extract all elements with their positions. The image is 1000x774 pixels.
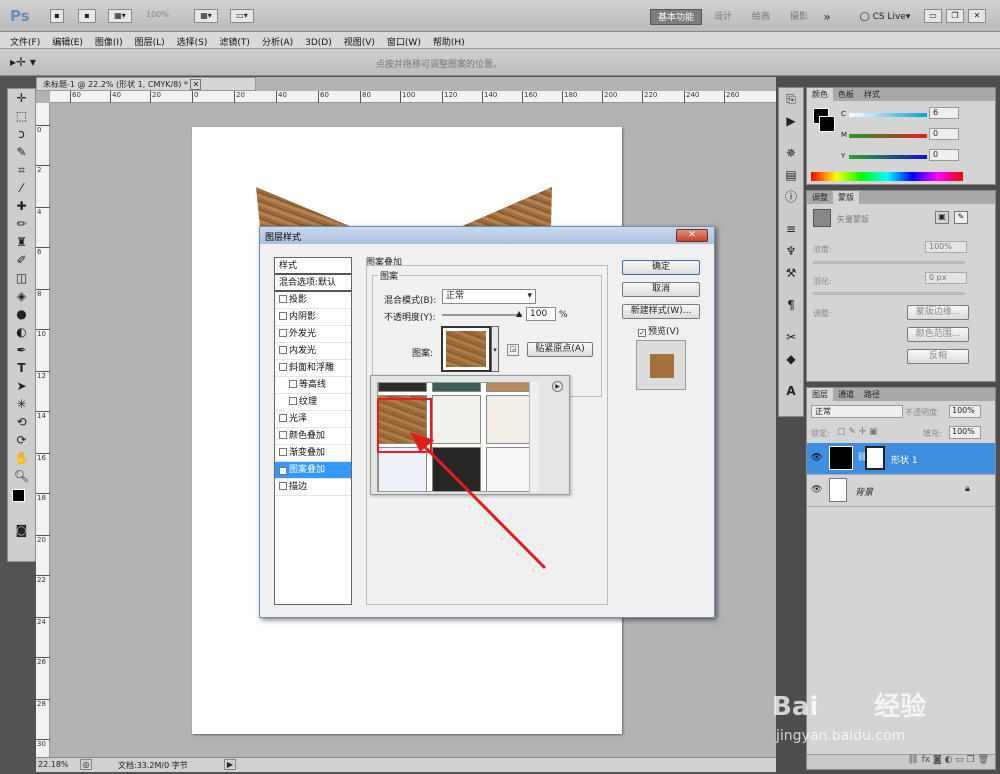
annotation-arrow (410, 432, 547, 570)
watermark-brand2: 经验 (874, 692, 927, 722)
watermark-url: jingyan.baidu.com (776, 728, 906, 744)
watermark-logo: Bai 经验 (772, 686, 926, 723)
watermark-brand: Bai (772, 692, 819, 722)
